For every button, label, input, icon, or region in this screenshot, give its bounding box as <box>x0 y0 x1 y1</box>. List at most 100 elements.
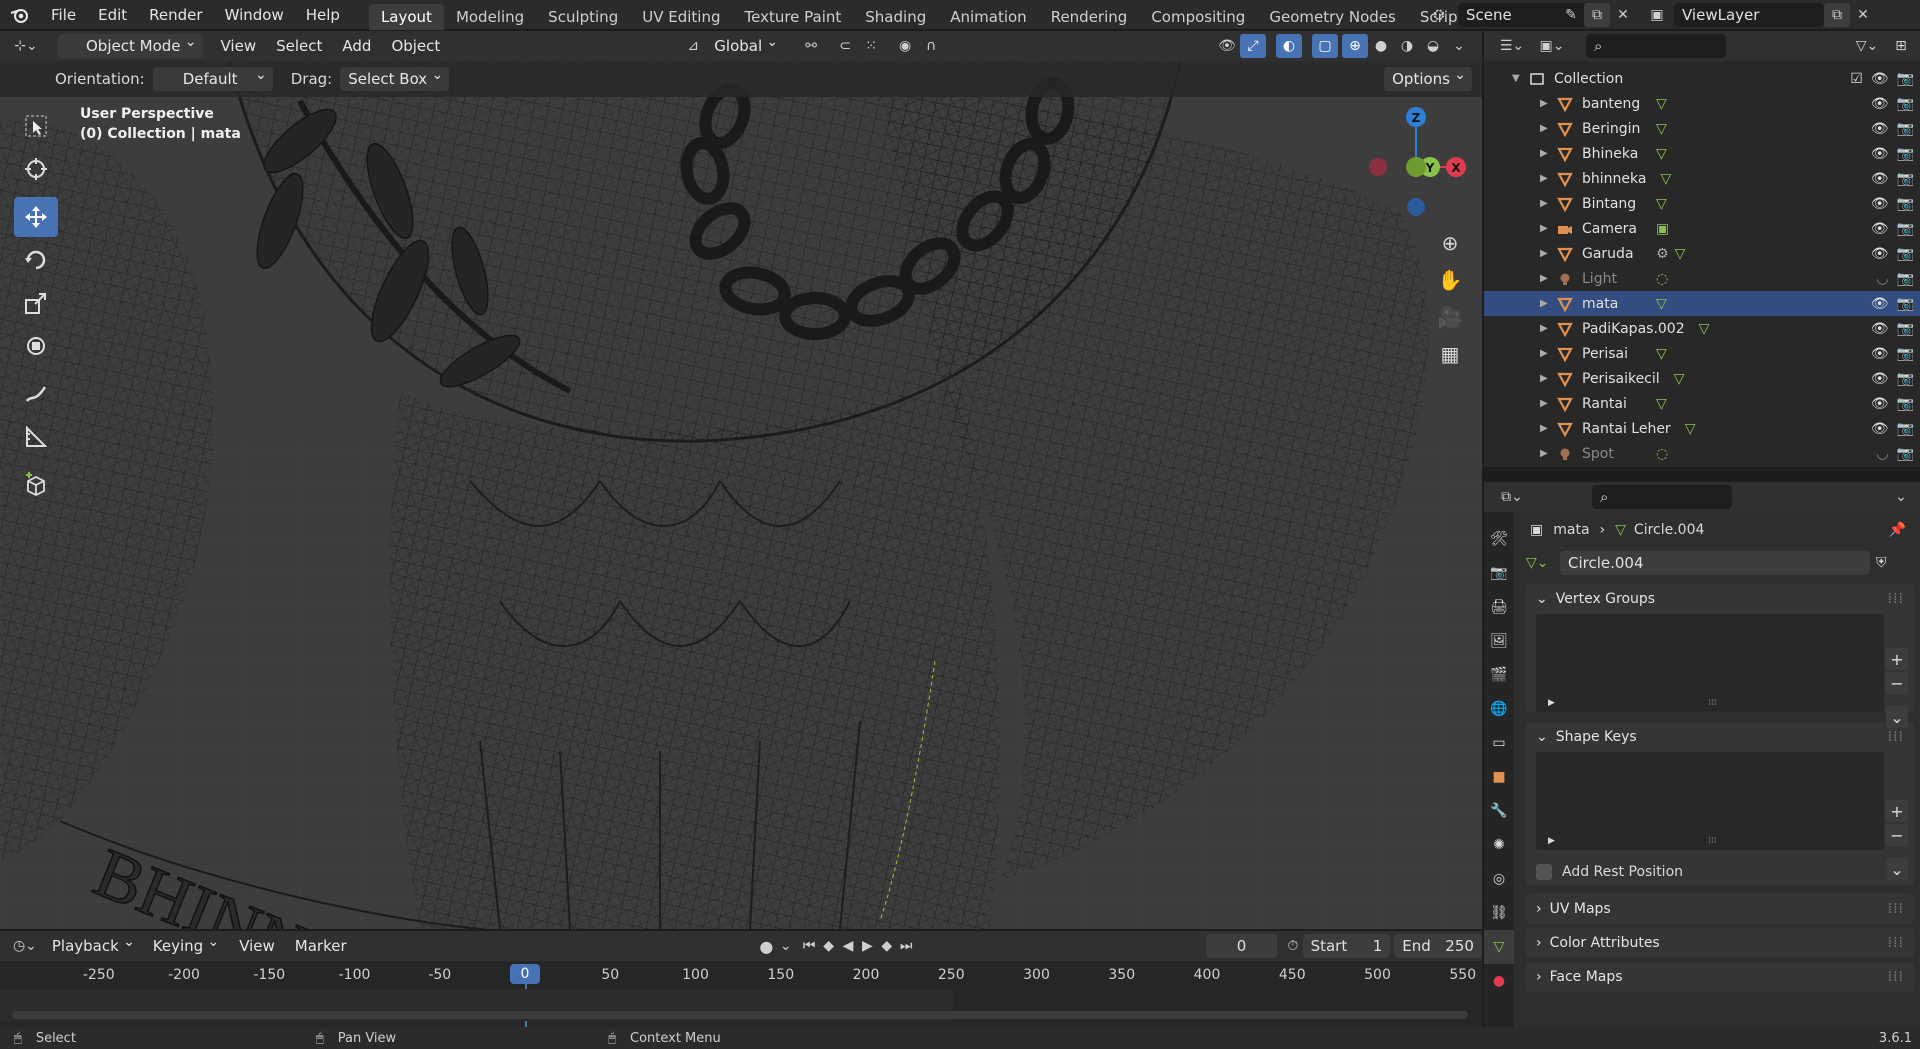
outliner-item-padikapas-002[interactable]: ▶ PadiKapas.002 ▽ 👁 📷 <box>1484 316 1920 341</box>
output-tab-icon[interactable]: 🖨 <box>1484 590 1514 624</box>
xray-toggle-icon[interactable]: ▢ <box>1312 34 1338 58</box>
drag-dropdown[interactable]: Select Box <box>340 63 450 91</box>
tab-rendering[interactable]: Rendering <box>1039 4 1140 30</box>
outliner-item-rantai[interactable]: ▶ Rantai ▽ 👁 📷 <box>1484 391 1920 416</box>
timeline-editor-type-icon[interactable]: ◷⌄ <box>10 934 40 958</box>
viewport-menu-object[interactable]: Object <box>381 37 450 55</box>
face-maps-panel[interactable]: › Face Maps ⁞⁞⁞ <box>1526 962 1914 992</box>
view-layer-icon[interactable]: ▣ <box>1644 3 1670 27</box>
view-layer-tab-icon[interactable]: 🖼 <box>1484 624 1514 658</box>
vertex-groups-header[interactable]: ⌄ Vertex Groups ⁞⁞⁞ <box>1526 584 1914 614</box>
wireframe-shading-icon[interactable]: ⊕ <box>1342 34 1368 58</box>
expand-triangle-icon[interactable]: ▶ <box>1540 198 1552 209</box>
measure-tool-icon[interactable] <box>14 417 58 457</box>
outliner-item-rantai-leher[interactable]: ▶ Rantai Leher ▽ 👁 📷 <box>1484 416 1920 441</box>
viewport-menu-select[interactable]: Select <box>266 37 332 55</box>
eye-icon[interactable]: 👁 <box>1871 396 1889 412</box>
menu-render[interactable]: Render <box>138 0 213 30</box>
gizmo-toggle-icon[interactable]: ⤢ <box>1240 34 1266 58</box>
camera-render-icon[interactable]: 📷 <box>1897 246 1914 262</box>
proportional-edit-icon[interactable]: ◉ <box>892 34 918 58</box>
properties-search-field[interactable]: ⌕ <box>1592 485 1732 509</box>
eye-icon[interactable]: 👁 <box>1871 246 1889 262</box>
eye-icon[interactable]: 👁 <box>1871 196 1889 212</box>
expand-triangle-icon[interactable]: ▶ <box>1540 423 1552 434</box>
modifier-tab-icon[interactable]: 🔧 <box>1484 794 1514 828</box>
eye-icon[interactable]: 👁 <box>1871 346 1889 362</box>
perspective-toggle-grid-icon[interactable]: ▦ <box>1434 337 1466 371</box>
tab-modeling[interactable]: Modeling <box>444 4 536 30</box>
expand-triangle-icon[interactable]: ▶ <box>1540 298 1552 309</box>
camera-render-icon[interactable]: 📷 <box>1897 421 1914 437</box>
keying-options-icon[interactable]: ⌄ <box>776 934 795 958</box>
expand-triangle-icon[interactable]: ▶ <box>1540 323 1552 334</box>
color-attributes-header[interactable]: › Color Attributes ⁞⁞⁞ <box>1526 928 1914 958</box>
particles-tab-icon[interactable]: ✺ <box>1484 828 1514 862</box>
eye-icon[interactable]: 👁 <box>1871 221 1889 237</box>
zoom-view-icon[interactable]: ⊕ <box>1434 226 1466 260</box>
move-tool-icon[interactable] <box>14 197 58 237</box>
timeline-area[interactable]: -250 -200 -150 -100 -50 0 50 100 150 200 250 300 350… <box>0 961 1482 1027</box>
visibility-toggle-icon[interactable]: 👁 <box>1214 34 1240 58</box>
timeline-menu-marker[interactable]: Marker <box>285 937 357 955</box>
menu-file[interactable]: File <box>40 0 87 30</box>
outliner-editor-type-icon[interactable]: ☰⌄ <box>1492 34 1532 58</box>
object-tab-icon[interactable]: ■ <box>1484 760 1514 794</box>
outliner-item-bhinneka[interactable]: ▶ bhinneka ▽ 👁 📷 <box>1484 166 1920 191</box>
camera-render-icon[interactable]: 📷 <box>1897 296 1914 312</box>
transform-orientation-dropdown[interactable]: Global <box>706 30 785 58</box>
tool-tab-icon[interactable]: 🛠 <box>1484 522 1514 556</box>
outliner-item-garuda[interactable]: ▶ Garuda ⚙ ▽ 👁 📷 <box>1484 241 1920 266</box>
mesh-browse-icon[interactable]: ▽⌄ <box>1526 555 1554 571</box>
rendered-shading-icon[interactable]: ◒ <box>1420 34 1446 58</box>
tab-compositing[interactable]: Compositing <box>1139 4 1257 30</box>
expand-triangle-icon[interactable]: ▶ <box>1540 223 1552 234</box>
pin-icon[interactable]: 📌 <box>1889 522 1906 538</box>
current-frame-field[interactable]: 0 <box>1205 934 1278 958</box>
outliner-item-camera[interactable]: ▶ Camera ▣ 👁 📷 <box>1484 216 1920 241</box>
camera-render-icon[interactable]: 📷 <box>1897 321 1914 337</box>
camera-render-icon[interactable]: 📷 <box>1897 96 1914 112</box>
display-mode-icon[interactable]: ▣⌄ <box>1532 34 1572 58</box>
add-rest-position-checkbox[interactable] <box>1536 864 1552 880</box>
viewport-menu-view[interactable]: View <box>211 37 267 55</box>
menu-edit[interactable]: Edit <box>87 0 138 30</box>
checkbox-icon[interactable]: ☑ <box>1850 71 1863 87</box>
vertex-groups-list[interactable]: ▶ ⁞⁞⁞ <box>1536 614 1884 712</box>
properties-editor-type-icon[interactable]: ⧉⌄ <box>1492 485 1532 509</box>
play-icon[interactable]: ▶ <box>858 934 877 958</box>
collection-tab-icon[interactable]: ▭ <box>1484 726 1514 760</box>
camera-render-icon[interactable]: 📷 <box>1897 221 1914 237</box>
annotate-tool-icon[interactable] <box>14 374 58 414</box>
face-maps-header[interactable]: › Face Maps ⁞⁞⁞ <box>1526 962 1914 992</box>
collapse-triangle-icon[interactable]: ▼ <box>1512 73 1524 84</box>
view-layer-field[interactable]: ViewLayer <box>1674 3 1824 27</box>
eye-icon[interactable]: 👁 <box>1871 96 1889 112</box>
solid-shading-icon[interactable]: ● <box>1368 34 1394 58</box>
jump-next-keyframe-icon[interactable]: ◆ <box>877 934 896 958</box>
start-frame-field[interactable]: Start 1 <box>1302 934 1391 958</box>
delete-view-layer-icon[interactable]: ✕ <box>1850 3 1876 27</box>
expand-triangle-icon[interactable]: ▶ <box>1540 98 1552 109</box>
eye-icon[interactable]: 👁 <box>1871 321 1889 337</box>
new-collection-icon[interactable]: ⊞ <box>1888 34 1914 58</box>
new-scene-icon[interactable]: ⧉ <box>1584 3 1610 27</box>
expand-triangle-icon[interactable]: ▶ <box>1540 173 1552 184</box>
mesh-data-name-field[interactable]: Circle.004 <box>1560 551 1870 575</box>
camera-render-icon[interactable]: 📷 <box>1897 271 1914 287</box>
outliner-item-bintang[interactable]: ▶ Bintang ▽ 👁 📷 <box>1484 191 1920 216</box>
transform-orientation-icon[interactable]: ⊿ <box>680 34 706 58</box>
shape-key-specials-button[interactable]: ⌄ <box>1886 858 1908 880</box>
scale-tool-icon[interactable] <box>14 283 58 323</box>
camera-render-icon[interactable]: 📷 <box>1897 146 1914 162</box>
scene-tab-icon[interactable]: 🎬 <box>1484 658 1514 692</box>
outliner-item-spot[interactable]: ▶ Spot ◌ ◡ 📷 <box>1484 441 1920 466</box>
scene-icon[interactable]: ⛭ <box>1426 3 1452 27</box>
shape-keys-list[interactable]: ▶ ⁞⁞⁞ <box>1536 752 1884 850</box>
pin-icon[interactable]: ✎ <box>1558 3 1584 27</box>
outliner-item-perisai[interactable]: ▶ Perisai ▽ 👁 📷 <box>1484 341 1920 366</box>
eye-icon[interactable]: 👁 <box>1871 121 1889 137</box>
remove-vertex-group-button[interactable]: − <box>1886 672 1908 694</box>
snap-magnet-icon[interactable]: ⊂ <box>832 34 858 58</box>
new-view-layer-icon[interactable]: ⧉ <box>1824 3 1850 27</box>
